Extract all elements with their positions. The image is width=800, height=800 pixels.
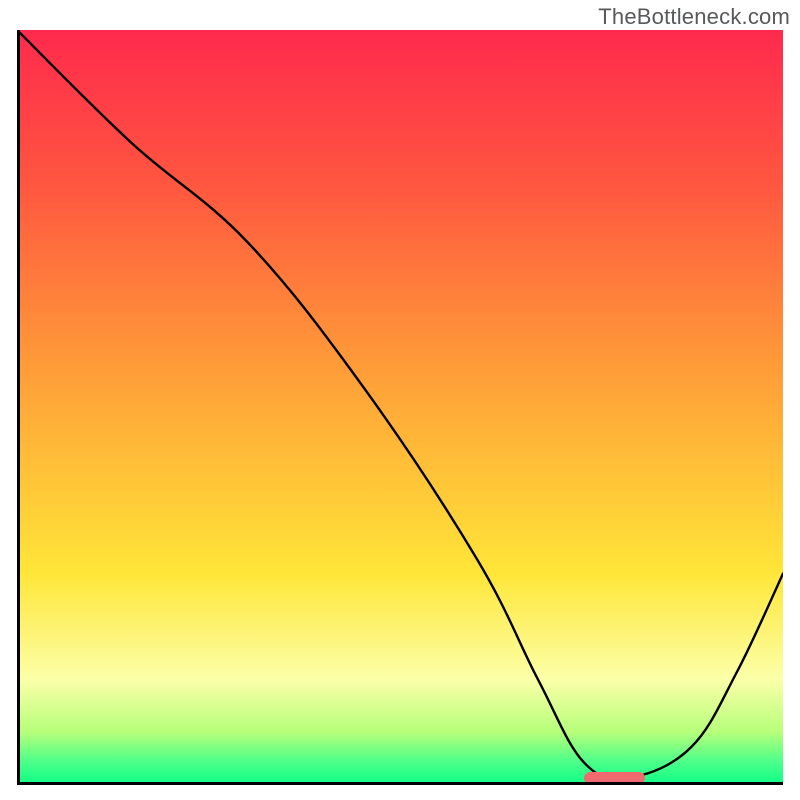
plot-area	[17, 30, 783, 785]
x-axis	[17, 782, 783, 785]
chart-stage: TheBottleneck.com	[0, 0, 800, 800]
watermark-text: TheBottleneck.com	[598, 4, 790, 30]
bottleneck-line	[17, 30, 783, 785]
y-axis	[17, 30, 20, 785]
